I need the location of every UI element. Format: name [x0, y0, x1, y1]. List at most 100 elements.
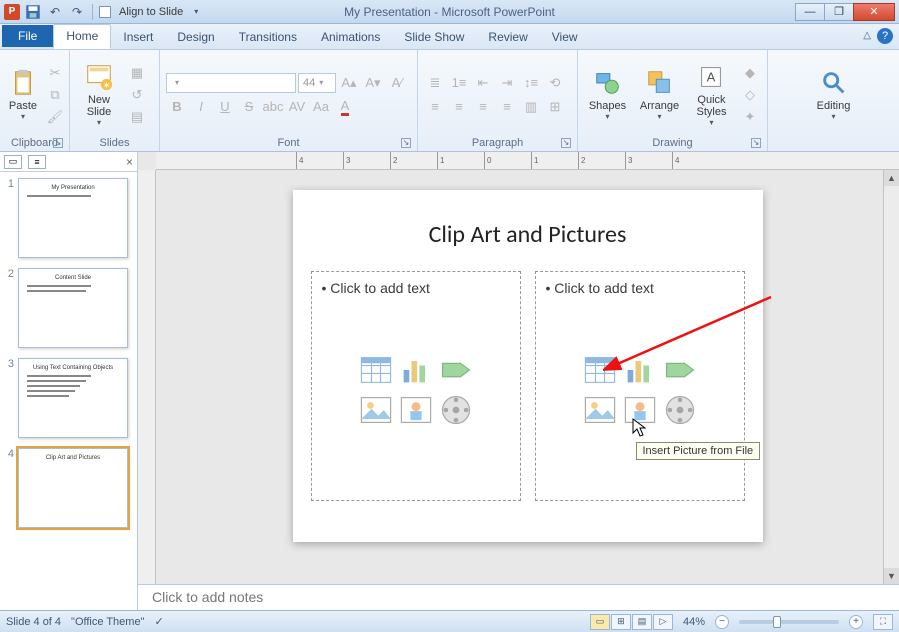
- thumbnail[interactable]: Clip Art and Pictures: [18, 448, 128, 528]
- slide-canvas[interactable]: Clip Art and Pictures Click to add text …: [156, 170, 899, 584]
- tab-animations[interactable]: Animations: [309, 26, 392, 49]
- qat-dropdown-icon[interactable]: ▾: [187, 3, 205, 21]
- undo-icon[interactable]: ↶: [46, 3, 64, 21]
- insert-table-icon[interactable]: [358, 352, 394, 388]
- tab-home[interactable]: Home: [53, 24, 111, 49]
- text-direction-icon[interactable]: ⟲: [544, 73, 566, 93]
- insert-smartart-icon[interactable]: [662, 352, 698, 388]
- zoom-in-button[interactable]: +: [849, 615, 863, 629]
- close-pane-icon[interactable]: ×: [126, 155, 133, 169]
- tab-insert[interactable]: Insert: [111, 26, 165, 49]
- clipboard-launcher[interactable]: ↘: [53, 138, 63, 148]
- section-icon[interactable]: ▤: [126, 107, 148, 127]
- grow-font-icon[interactable]: A▴: [338, 73, 360, 93]
- thumbnail-row[interactable]: 1My Presentation: [4, 178, 133, 258]
- insert-clipart-icon[interactable]: [398, 392, 434, 428]
- thumbnail[interactable]: Using Text Containing Objects: [18, 358, 128, 438]
- align-text-icon[interactable]: ⊞: [544, 97, 566, 117]
- line-spacing-icon[interactable]: ↕≡: [520, 73, 542, 93]
- slide-title[interactable]: Clip Art and Pictures: [311, 220, 745, 249]
- numbering-icon[interactable]: 1≡: [448, 73, 470, 93]
- shape-fill-icon[interactable]: ◆: [739, 63, 761, 83]
- minimize-ribbon-icon[interactable]: △: [863, 30, 871, 41]
- spellcheck-icon[interactable]: ✓: [154, 615, 163, 628]
- zoom-out-button[interactable]: −: [715, 615, 729, 629]
- align-center-icon[interactable]: ≡: [448, 97, 470, 117]
- align-to-slide-checkbox[interactable]: [99, 6, 111, 18]
- drawing-launcher[interactable]: ↘: [751, 138, 761, 148]
- align-right-icon[interactable]: ≡: [472, 97, 494, 117]
- save-icon[interactable]: [24, 3, 42, 21]
- bullets-icon[interactable]: ≣: [424, 73, 446, 93]
- format-painter-icon[interactable]: 🖌: [44, 107, 66, 127]
- slides-tab-icon[interactable]: ▭: [4, 155, 22, 169]
- italic-button[interactable]: I: [190, 97, 212, 117]
- paste-button[interactable]: Paste ▾: [6, 54, 40, 135]
- thumbnail-row[interactable]: 3Using Text Containing Objects: [4, 358, 133, 438]
- outline-tab-icon[interactable]: ≡: [28, 155, 46, 169]
- insert-smartart-icon[interactable]: [438, 352, 474, 388]
- insert-media-icon[interactable]: [438, 392, 474, 428]
- align-left-icon[interactable]: ≡: [424, 97, 446, 117]
- char-spacing-icon[interactable]: AV: [286, 97, 308, 117]
- strike-button[interactable]: S: [238, 97, 260, 117]
- editing-button[interactable]: Editing▾: [811, 54, 857, 135]
- thumbnail[interactable]: Content Slide: [18, 268, 128, 348]
- tab-design[interactable]: Design: [165, 26, 226, 49]
- content-placeholder-right[interactable]: Click to add text Insert Picture from Fi…: [535, 271, 745, 501]
- thumbnail-row[interactable]: 4Clip Art and Pictures: [4, 448, 133, 528]
- zoom-slider[interactable]: [739, 620, 839, 624]
- font-size-combo[interactable]: 44▾: [298, 73, 336, 93]
- shape-outline-icon[interactable]: ◇: [739, 85, 761, 105]
- bold-button[interactable]: B: [166, 97, 188, 117]
- thumbnail[interactable]: My Presentation: [18, 178, 128, 258]
- tab-slideshow[interactable]: Slide Show: [392, 26, 476, 49]
- minimize-button[interactable]: —: [795, 3, 825, 21]
- underline-button[interactable]: U: [214, 97, 236, 117]
- insert-media-icon[interactable]: [662, 392, 698, 428]
- content-placeholder-left[interactable]: Click to add text: [311, 271, 521, 501]
- tab-file[interactable]: File: [2, 25, 53, 47]
- font-color-icon[interactable]: A: [334, 97, 356, 117]
- zoom-percent[interactable]: 44%: [683, 616, 705, 628]
- arrange-button[interactable]: Arrange▾: [635, 54, 684, 135]
- tab-view[interactable]: View: [540, 26, 590, 49]
- font-launcher[interactable]: ↘: [401, 138, 411, 148]
- close-button[interactable]: ✕: [853, 3, 895, 21]
- insert-clipart-icon[interactable]: [622, 392, 658, 428]
- insert-picture-icon[interactable]: [582, 392, 618, 428]
- help-button[interactable]: ?: [877, 28, 893, 44]
- notes-pane[interactable]: Click to add notes: [138, 584, 899, 610]
- reading-view-button[interactable]: ▤: [632, 614, 652, 630]
- scroll-up-icon[interactable]: ▲: [884, 170, 899, 186]
- shape-effects-icon[interactable]: ✦: [739, 107, 761, 127]
- decrease-indent-icon[interactable]: ⇤: [472, 73, 494, 93]
- scroll-down-icon[interactable]: ▼: [884, 568, 899, 584]
- insert-chart-icon[interactable]: [622, 352, 658, 388]
- maximize-button[interactable]: ❐: [824, 3, 854, 21]
- tab-review[interactable]: Review: [476, 26, 539, 49]
- increase-indent-icon[interactable]: ⇥: [496, 73, 518, 93]
- fit-to-window-button[interactable]: ⛶: [873, 614, 893, 630]
- normal-view-button[interactable]: ▭: [590, 614, 610, 630]
- cut-icon[interactable]: ✂: [44, 63, 66, 83]
- new-slide-button[interactable]: ✶ New Slide ▾: [76, 54, 122, 135]
- tab-transitions[interactable]: Transitions: [227, 26, 309, 49]
- shrink-font-icon[interactable]: A▾: [362, 73, 384, 93]
- justify-icon[interactable]: ≡: [496, 97, 518, 117]
- layout-icon[interactable]: ▦: [126, 63, 148, 83]
- insert-chart-icon[interactable]: [398, 352, 434, 388]
- thumbnail-row[interactable]: 2Content Slide: [4, 268, 133, 348]
- shapes-button[interactable]: Shapes▾: [584, 54, 631, 135]
- copy-icon[interactable]: ⧉: [44, 85, 66, 105]
- change-case-icon[interactable]: Aa: [310, 97, 332, 117]
- clear-format-icon[interactable]: A⁄: [386, 73, 408, 93]
- slideshow-view-button[interactable]: ▷: [653, 614, 673, 630]
- redo-icon[interactable]: ↷: [68, 3, 86, 21]
- font-name-combo[interactable]: ▾: [166, 73, 296, 93]
- paragraph-launcher[interactable]: ↘: [561, 138, 571, 148]
- sorter-view-button[interactable]: ⊞: [611, 614, 631, 630]
- insert-picture-icon[interactable]: [358, 392, 394, 428]
- columns-icon[interactable]: ▥: [520, 97, 542, 117]
- quick-styles-button[interactable]: A Quick Styles▾: [688, 54, 735, 135]
